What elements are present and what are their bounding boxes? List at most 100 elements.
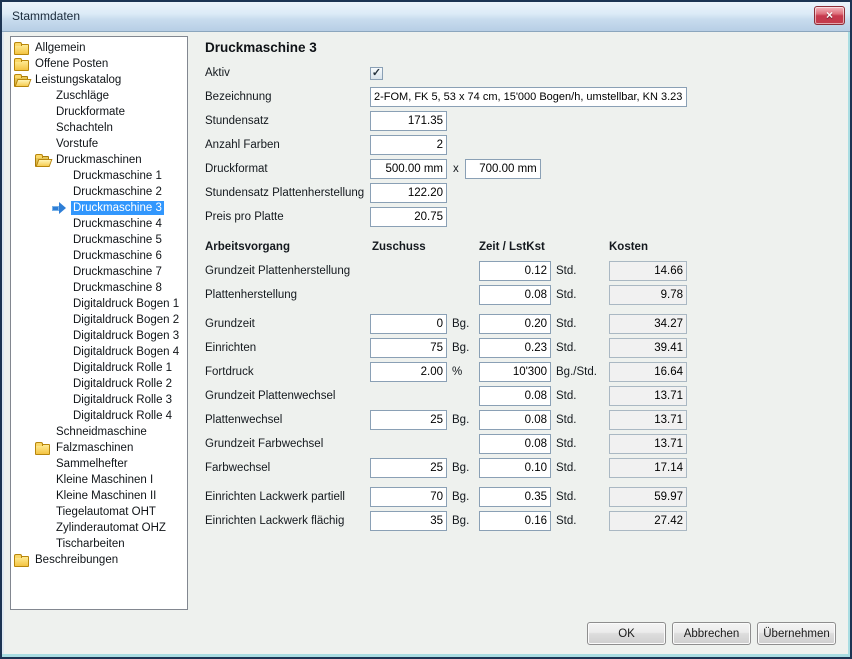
- kosten-cell: [609, 458, 695, 478]
- kosten-field: [609, 285, 687, 305]
- tree-item[interactable]: Druckmaschine 1: [11, 168, 187, 184]
- tree-item[interactable]: Digitaldruck Bogen 4: [11, 344, 187, 360]
- tree-item[interactable]: Falzmaschinen: [11, 440, 187, 456]
- zeit-input[interactable]: [479, 410, 551, 430]
- tree-item[interactable]: Digitaldruck Rolle 4: [11, 408, 187, 424]
- tree-item[interactable]: Allgemein: [11, 40, 187, 56]
- zuschuss-cell: %: [370, 362, 479, 382]
- tree-item-label: Druckmaschine 1: [71, 169, 164, 183]
- tree-item[interactable]: Druckmaschine 8: [11, 280, 187, 296]
- tree-item-icon: [13, 42, 33, 55]
- stundensatz-platten-label: Stundensatz Plattenherstellung: [205, 187, 370, 199]
- kosten-cell: [609, 338, 695, 358]
- aktiv-label: Aktiv: [205, 67, 370, 79]
- tree-item[interactable]: Digitaldruck Bogen 3: [11, 328, 187, 344]
- zeit-cell: Std.: [479, 261, 609, 281]
- tree-item-icon: [51, 202, 71, 215]
- tree-item[interactable]: Druckmaschine 2: [11, 184, 187, 200]
- stundensatz-platten-input[interactable]: [370, 183, 447, 203]
- anzahl-farben-input[interactable]: [370, 135, 447, 155]
- tree-item-icon: [13, 74, 33, 87]
- row-label: Einrichten Lackwerk partiell: [205, 491, 370, 503]
- tree-panel[interactable]: Allgemein Offene Posten Leistungskatalog…: [10, 36, 188, 610]
- zeit-unit: Std.: [556, 515, 576, 527]
- close-icon[interactable]: ×: [814, 6, 845, 25]
- zeit-input[interactable]: [479, 314, 551, 334]
- druckformat-height-input[interactable]: [465, 159, 541, 179]
- cancel-button[interactable]: Abbrechen: [672, 622, 751, 645]
- apply-button[interactable]: Übernehmen: [757, 622, 836, 645]
- zeit-cell: Std.: [479, 458, 609, 478]
- tree-item[interactable]: Druckmaschine 3: [11, 200, 187, 216]
- tree-item-label: Druckmaschine 6: [71, 249, 164, 263]
- zuschuss-input[interactable]: [370, 410, 447, 430]
- row-label: Farbwechsel: [205, 462, 370, 474]
- tree-item[interactable]: Digitaldruck Rolle 1: [11, 360, 187, 376]
- tree-item-icon: [34, 106, 54, 119]
- aktiv-checkbox[interactable]: ✓: [370, 67, 383, 80]
- zeit-input[interactable]: [479, 487, 551, 507]
- tree-item[interactable]: Schneidmaschine: [11, 424, 187, 440]
- druckformat-separator: x: [453, 163, 459, 175]
- tree-item[interactable]: Digitaldruck Rolle 2: [11, 376, 187, 392]
- tree-item[interactable]: Druckmaschinen: [11, 152, 187, 168]
- zeit-input[interactable]: [479, 285, 551, 305]
- anzahl-farben-label: Anzahl Farben: [205, 139, 370, 151]
- zeit-input[interactable]: [479, 458, 551, 478]
- tree-item[interactable]: Digitaldruck Rolle 3: [11, 392, 187, 408]
- tree-item[interactable]: Offene Posten: [11, 56, 187, 72]
- tree-item-icon: [34, 426, 54, 439]
- zeit-input[interactable]: [479, 362, 551, 382]
- tree-item-label: Druckmaschine 8: [71, 281, 164, 295]
- anzahl-farben-row: Anzahl Farben: [205, 133, 695, 157]
- stundensatz-input[interactable]: [370, 111, 447, 131]
- bezeichnung-row: Bezeichnung: [205, 85, 695, 109]
- druckformat-width-input[interactable]: [370, 159, 447, 179]
- tree-item[interactable]: Tischarbeiten: [11, 536, 187, 552]
- tree-item-icon: [51, 330, 71, 343]
- preis-pro-platte-input[interactable]: [370, 207, 447, 227]
- tree-item[interactable]: Sammelhefter: [11, 456, 187, 472]
- tree-item[interactable]: Druckmaschine 6: [11, 248, 187, 264]
- tree-item-label: Allgemein: [33, 41, 88, 55]
- tree-item[interactable]: Leistungskatalog: [11, 72, 187, 88]
- tree-item-label: Leistungskatalog: [33, 73, 123, 87]
- zuschuss-input[interactable]: [370, 338, 447, 358]
- tree-item-icon: [51, 410, 71, 423]
- tree-item[interactable]: Zylinderautomat OHZ: [11, 520, 187, 536]
- zeit-input[interactable]: [479, 338, 551, 358]
- zeit-cell: Std.: [479, 511, 609, 531]
- zeit-input[interactable]: [479, 261, 551, 281]
- tree-item[interactable]: Digitaldruck Bogen 2: [11, 312, 187, 328]
- title-bar[interactable]: Stammdaten ×: [2, 2, 850, 32]
- zuschuss-input[interactable]: [370, 314, 447, 334]
- zuschuss-cell: [370, 285, 479, 305]
- zuschuss-input[interactable]: [370, 487, 447, 507]
- tree-item[interactable]: Kleine Maschinen II: [11, 488, 187, 504]
- tree-item[interactable]: Druckmaschine 5: [11, 232, 187, 248]
- tree-item[interactable]: Druckformate: [11, 104, 187, 120]
- tree-item[interactable]: Digitaldruck Bogen 1: [11, 296, 187, 312]
- tree-item-label: Druckmaschine 3: [71, 201, 164, 215]
- tree-item[interactable]: Zuschläge: [11, 88, 187, 104]
- ok-button[interactable]: OK: [587, 622, 666, 645]
- kosten-field: [609, 487, 687, 507]
- zeit-input[interactable]: [479, 386, 551, 406]
- table-header: Arbeitsvorgang Zuschuss Zeit / LstKst Ko…: [205, 235, 695, 259]
- zuschuss-cell: Bg.: [370, 338, 479, 358]
- tree-item[interactable]: Beschreibungen: [11, 552, 187, 568]
- zuschuss-input[interactable]: [370, 362, 447, 382]
- tree-item[interactable]: Kleine Maschinen I: [11, 472, 187, 488]
- tree-item[interactable]: Tiegelautomat OHT: [11, 504, 187, 520]
- tree-item[interactable]: Vorstufe: [11, 136, 187, 152]
- zuschuss-input[interactable]: [370, 511, 447, 531]
- bezeichnung-input[interactable]: [370, 87, 687, 107]
- tree-item[interactable]: Druckmaschine 4: [11, 216, 187, 232]
- tree-item[interactable]: Druckmaschine 7: [11, 264, 187, 280]
- zuschuss-input[interactable]: [370, 458, 447, 478]
- zeit-input[interactable]: [479, 434, 551, 454]
- tree-item-label: Zuschläge: [54, 89, 111, 103]
- kosten-cell: [609, 314, 695, 334]
- zeit-input[interactable]: [479, 511, 551, 531]
- tree-item[interactable]: Schachteln: [11, 120, 187, 136]
